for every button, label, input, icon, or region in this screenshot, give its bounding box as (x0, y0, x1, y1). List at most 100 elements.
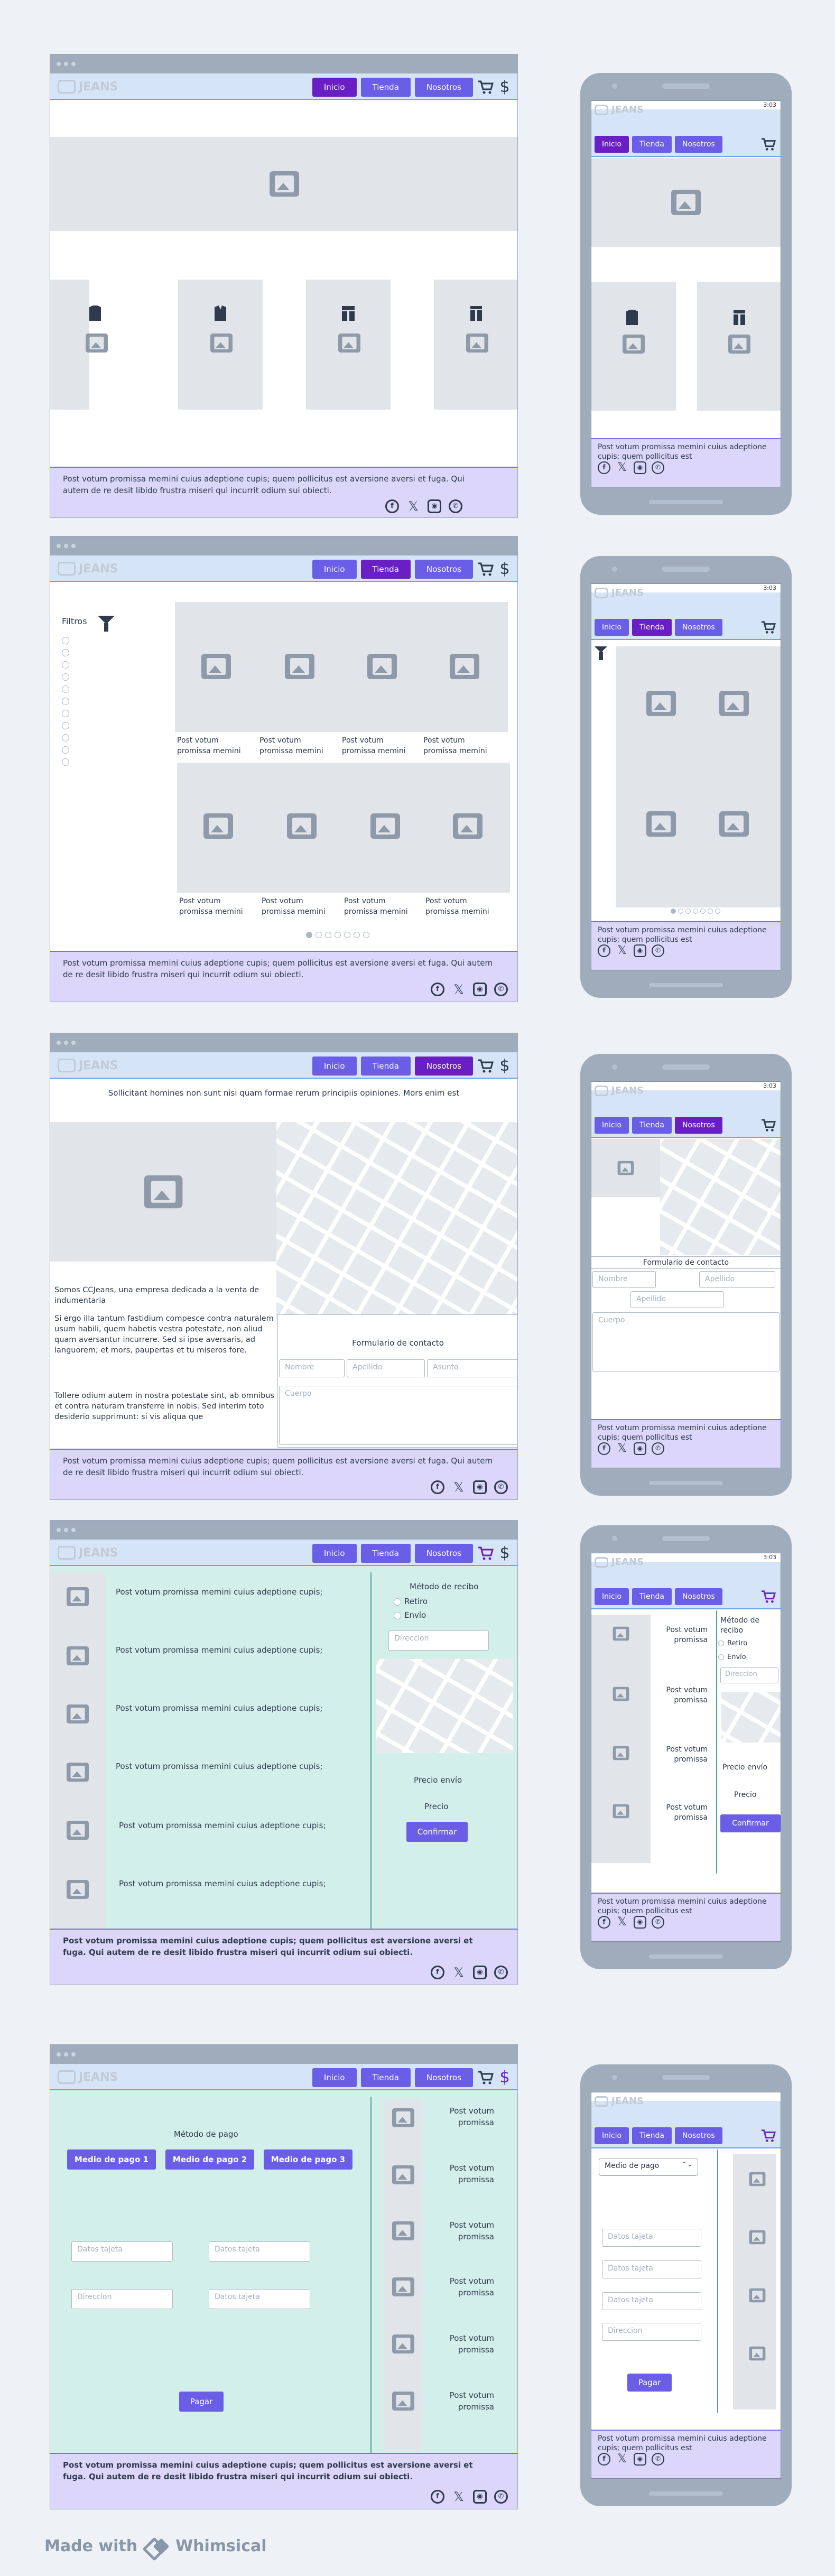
facebook-icon[interactable]: f (598, 1442, 610, 1455)
pagination[interactable] (306, 932, 369, 938)
asunto-field[interactable]: Apellido (630, 1291, 723, 1308)
nav-tienda-button[interactable]: Tienda (632, 619, 672, 636)
cart-icon[interactable] (477, 79, 494, 95)
cart-icon[interactable] (760, 137, 776, 152)
x-icon[interactable]: 𝕏 (616, 1916, 628, 1929)
currency-icon[interactable]: $ (498, 2068, 511, 2087)
location-map[interactable] (276, 1122, 517, 1318)
cart-icon[interactable] (760, 2128, 776, 2143)
cart-icon[interactable] (760, 1589, 776, 1604)
instagram-icon[interactable]: ◉ (634, 944, 646, 957)
filter-option[interactable] (62, 722, 69, 729)
made-with-whimsical-badge[interactable]: Made with Whimsical (44, 2537, 267, 2555)
nombre-field[interactable]: Nombre (592, 1271, 656, 1288)
logo[interactable]: JEANS (595, 587, 644, 598)
x-icon[interactable]: 𝕏 (616, 1442, 628, 1455)
card-data-field[interactable]: Datos tajeta (209, 2241, 310, 2262)
x-icon[interactable]: 𝕏 (616, 461, 628, 474)
x-icon[interactable]: 𝕏 (452, 1966, 466, 1979)
logo[interactable]: JEANS (58, 80, 118, 94)
retiro-option[interactable]: Retiro (718, 1638, 747, 1650)
apellido-field[interactable]: Apellido (699, 1271, 775, 1288)
logo[interactable]: JEANS (595, 104, 644, 115)
nav-inicio-button[interactable]: Inicio (312, 78, 357, 97)
nav-inicio-button[interactable]: Inicio (595, 136, 629, 153)
logo[interactable]: JEANS (58, 1546, 118, 1560)
whatsapp-icon[interactable]: ✆ (449, 499, 462, 513)
whatsapp-icon[interactable]: ✆ (652, 2453, 664, 2466)
nav-nosotros-button[interactable]: Nosotros (675, 1588, 722, 1605)
card-data-field[interactable]: Datos tajeta (602, 2292, 701, 2310)
nav-nosotros-button[interactable]: Nosotros (414, 1057, 473, 1076)
facebook-icon[interactable]: f (431, 1480, 444, 1494)
logo[interactable]: JEANS (58, 562, 118, 576)
currency-icon[interactable]: $ (498, 78, 511, 97)
nav-inicio-button[interactable]: Inicio (312, 560, 357, 579)
x-icon[interactable]: 𝕏 (452, 2490, 466, 2504)
nav-nosotros-button[interactable]: Nosotros (414, 560, 473, 579)
cart-icon[interactable] (760, 620, 776, 635)
nav-inicio-button[interactable]: Inicio (312, 2068, 357, 2087)
instagram-icon[interactable]: ◉ (473, 1966, 487, 1979)
confirm-button[interactable]: Confirmar (720, 1814, 781, 1832)
asunto-field[interactable]: Asunto (427, 1359, 517, 1377)
direccion-field[interactable]: Direccion (388, 1630, 489, 1651)
filter-option[interactable] (62, 698, 69, 705)
facebook-icon[interactable]: f (431, 1966, 444, 1979)
payment-method-2-button[interactable]: Medio de pago 2 (165, 2149, 254, 2170)
instagram-icon[interactable]: ◉ (634, 1442, 646, 1455)
delivery-map[interactable] (376, 1659, 513, 1753)
nav-nosotros-button[interactable]: Nosotros (675, 2127, 722, 2144)
apellido-field[interactable]: Apellido (347, 1359, 425, 1377)
location-map[interactable] (660, 1139, 781, 1255)
facebook-icon[interactable]: f (598, 2453, 610, 2466)
nav-tienda-button[interactable]: Tienda (632, 2127, 672, 2144)
pay-button[interactable]: Pagar (179, 2392, 224, 2412)
nombre-field[interactable]: Nombre (279, 1359, 345, 1377)
nav-tienda-button[interactable]: Tienda (632, 136, 672, 153)
cart-icon[interactable] (760, 1118, 776, 1133)
nav-nosotros-button[interactable]: Nosotros (675, 136, 722, 153)
pagination[interactable] (671, 909, 720, 914)
facebook-icon[interactable]: f (598, 944, 610, 957)
facebook-icon[interactable]: f (431, 983, 444, 996)
instagram-icon[interactable]: ◉ (473, 1480, 487, 1494)
nav-nosotros-button[interactable]: Nosotros (675, 619, 722, 636)
whatsapp-icon[interactable]: ✆ (652, 944, 664, 957)
cuerpo-textarea[interactable]: Cuerpo (279, 1386, 517, 1445)
filter-option[interactable] (62, 637, 69, 644)
currency-icon[interactable]: $ (498, 1057, 511, 1076)
instagram-icon[interactable]: ◉ (428, 499, 441, 513)
product-caption[interactable]: Post votum promissa memini (177, 735, 251, 756)
confirm-button[interactable]: Confirmar (406, 1822, 468, 1842)
filter-option[interactable] (62, 758, 69, 766)
nav-tienda-button[interactable]: Tienda (632, 1588, 672, 1605)
envio-option[interactable]: Envío (718, 1652, 746, 1663)
whatsapp-icon[interactable]: ✆ (652, 1442, 664, 1455)
payment-method-1-button[interactable]: Medio de pago 1 (67, 2149, 156, 2170)
nav-nosotros-button[interactable]: Nosotros (414, 2068, 473, 2087)
x-icon[interactable]: 𝕏 (616, 944, 628, 957)
payment-method-select[interactable]: Medio de pago ⌃⌄ (599, 2158, 698, 2176)
product-caption[interactable]: Post votum promissa memini (423, 735, 497, 756)
direccion-field[interactable]: Direccion (602, 2323, 701, 2341)
instagram-icon[interactable]: ◉ (473, 2490, 487, 2504)
envio-option[interactable]: Envío (394, 1609, 426, 1621)
retiro-option[interactable]: Retiro (394, 1596, 428, 1607)
facebook-icon[interactable]: f (598, 1916, 610, 1929)
nav-inicio-button[interactable]: Inicio (312, 1057, 357, 1076)
direccion-field[interactable]: Direccion (71, 2289, 173, 2309)
card-data-field[interactable]: Datos tajeta (71, 2241, 173, 2262)
product-caption[interactable]: Post votum promissa memini (262, 896, 336, 917)
payment-method-3-button[interactable]: Medio de pago 3 (264, 2149, 352, 2170)
cart-icon[interactable] (477, 561, 494, 577)
delivery-map[interactable] (721, 1692, 781, 1743)
nav-tienda-button[interactable]: Tienda (360, 78, 411, 97)
card-data-field[interactable]: Datos tajeta (602, 2260, 701, 2278)
filter-option[interactable] (62, 673, 69, 681)
nav-inicio-button[interactable]: Inicio (312, 1544, 357, 1563)
nav-tienda-button[interactable]: Tienda (360, 2068, 411, 2087)
pay-button[interactable]: Pagar (627, 2374, 672, 2392)
cuerpo-textarea[interactable]: Cuerpo (592, 1312, 780, 1372)
product-caption[interactable]: Post votum promissa memini (259, 735, 333, 756)
